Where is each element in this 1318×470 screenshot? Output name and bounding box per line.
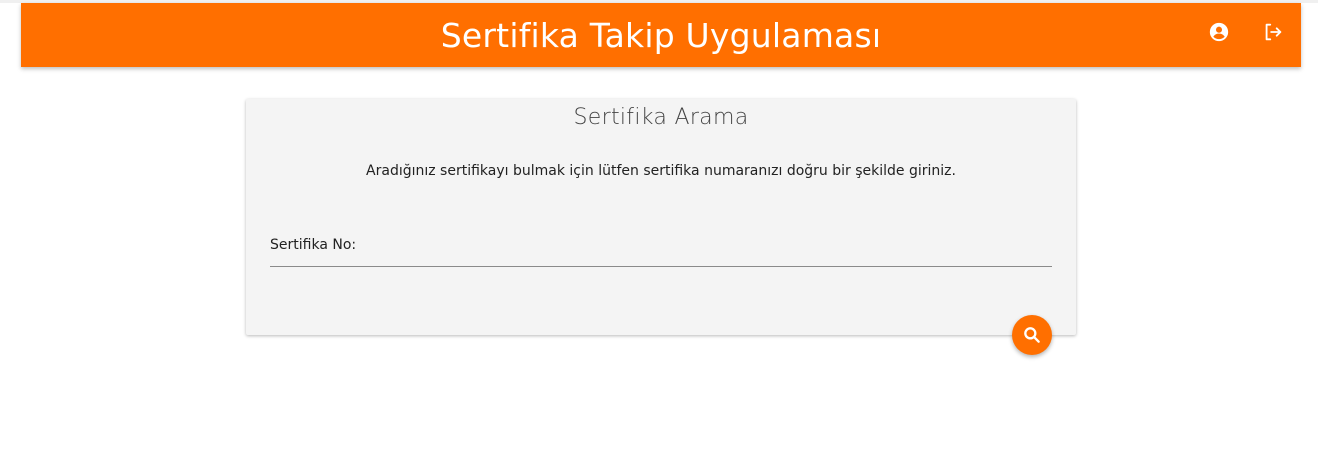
- certificate-number-label: Sertifika No:: [270, 237, 357, 253]
- search-icon: [1024, 327, 1040, 343]
- certificate-number-input[interactable]: [380, 233, 1044, 261]
- account-circle-icon[interactable]: [1206, 19, 1232, 45]
- app-title: Sertifika Takip Uygulaması: [440, 16, 882, 55]
- card-title: Sertifika Arama: [573, 105, 749, 130]
- certificate-number-field: Sertifika No:: [270, 227, 1052, 267]
- search-button[interactable]: [1012, 315, 1052, 355]
- logout-icon[interactable]: [1260, 19, 1286, 45]
- app-bar: Sertifika Takip Uygulaması: [21, 3, 1301, 67]
- card-description: Aradığınız sertifikayı bulmak için lütfe…: [366, 163, 956, 179]
- certificate-search-card: Sertifika Arama Aradığınız sertifikayı b…: [246, 99, 1076, 335]
- field-underline: [270, 266, 1052, 267]
